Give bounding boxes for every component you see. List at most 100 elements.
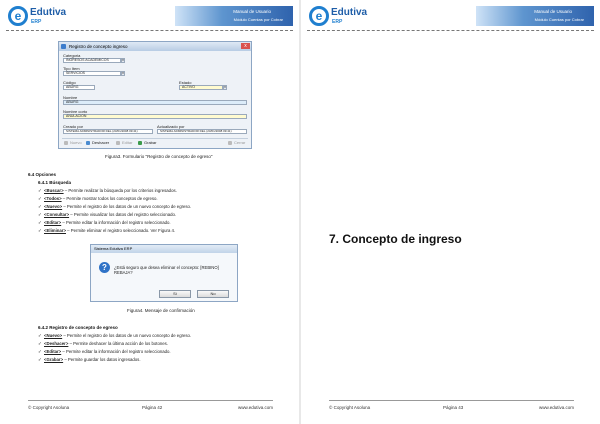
option-description: – Permite deshacer la última acción de l… xyxy=(68,341,168,346)
list-item: ✓ <Consultar> – Permite visualizar los da… xyxy=(38,212,176,218)
footer-page-number: Página 43 xyxy=(443,405,464,410)
option-description: – Permite el registro de los datos de un… xyxy=(62,204,192,209)
dialog-toolbar: Nuevo Deshacer Editar Grabar Cerrar xyxy=(62,138,248,146)
header-banner: Manual de Usuario Módulo Cuentas por Cob… xyxy=(175,6,293,26)
list-item: ✓ <Nuevo> – Permite el registro de los da… xyxy=(38,333,191,339)
chevron-down-icon[interactable]: ▾ xyxy=(121,58,125,63)
list-item: ✓ <Eliminar> – Permite eliminar el regist… xyxy=(38,228,175,234)
footer-divider xyxy=(28,400,273,401)
edit-icon xyxy=(116,141,120,145)
header-divider xyxy=(6,30,293,31)
creado-por-field: SISTEMA ADMINISTRADOR DEL (23/01/2008 09… xyxy=(63,129,153,134)
grabar-button[interactable]: Grabar xyxy=(138,140,156,146)
cerrar-button[interactable]: Cerrar xyxy=(228,140,245,146)
estado-select[interactable]: ACTIVO xyxy=(179,85,223,90)
no-button[interactable]: No xyxy=(197,290,229,298)
confirm-title: Sistema Edutiva ERP xyxy=(91,245,237,253)
yes-button[interactable]: Sí xyxy=(159,290,191,298)
logo-sub: ERP xyxy=(31,19,42,25)
undo-icon xyxy=(86,141,90,145)
editar-button[interactable]: Editar xyxy=(116,140,132,146)
section-title: 6.4 Opciones xyxy=(28,172,57,177)
list-item: ✓ <Nuevo> – Permite el registro de los da… xyxy=(38,204,191,210)
nuevo-label: Nuevo xyxy=(70,140,82,145)
option-command: <Buscar> xyxy=(44,188,64,193)
registro-concepto-dialog: Registro de concepto ingreso x Categoria… xyxy=(58,41,252,149)
option-description: – Permite guardar los datos ingresados. xyxy=(63,357,141,362)
dialog-title-bar: Registro de concepto ingreso x xyxy=(59,42,251,51)
logo-name: Edutiva xyxy=(30,7,67,18)
option-command: <Eliminar> xyxy=(44,228,66,233)
option-description: – Permite editar la información del regi… xyxy=(61,220,171,225)
banner-title: Manual de Usuario xyxy=(534,9,572,14)
footer-website: www.edutiva.com xyxy=(237,405,273,410)
page-42: e Edutiva ERP Manual de Usuario Módulo C… xyxy=(0,0,299,424)
actualizado-por-field: SISTEMA ADMINISTRADOR DEL (23/01/2008 09… xyxy=(157,129,247,134)
categoria-select[interactable]: INGRESOS ACADEMICOS xyxy=(63,58,121,63)
page-header: e Edutiva ERP Manual de Usuario Módulo C… xyxy=(6,4,293,31)
deshacer-button[interactable]: Deshacer xyxy=(86,140,109,146)
list-item: ✓ <Editar> – Permite editar la informació… xyxy=(38,220,171,226)
option-description: – Permite eliminar el registro seleccion… xyxy=(65,228,176,233)
banner-subtitle: Módulo Cuentas por Cobrar xyxy=(233,17,283,22)
subsection-registro: 6.4.2 Registro de concepto de egreso xyxy=(38,325,118,330)
option-command: <Deshacer> xyxy=(44,341,69,346)
footer-copyright: © Copyright Asoluna xyxy=(28,405,70,410)
edutiva-logo: e Edutiva ERP xyxy=(8,6,78,30)
tipo-item-select[interactable]: SERVICIOS xyxy=(63,71,121,76)
exit-icon xyxy=(228,141,232,145)
grabar-label: Grabar xyxy=(144,140,157,145)
option-description: – Permite mostrar todos los conceptos de… xyxy=(61,196,158,201)
edutiva-logo-icon: e xyxy=(8,6,28,26)
list-item: ✓ <Editar> – Permite editar la informació… xyxy=(38,349,171,355)
confirm-message: ¿Está seguro que desea eliminar el conce… xyxy=(114,265,219,275)
new-icon xyxy=(64,141,68,145)
footer-page-number: Página 42 xyxy=(142,405,163,410)
confirm-delete-dialog: Sistema Edutiva ERP ? ¿Está seguro que d… xyxy=(90,244,238,302)
save-icon xyxy=(138,141,142,145)
chevron-down-icon[interactable]: ▾ xyxy=(121,71,125,76)
edutiva-logo: e Edutiva ERP xyxy=(309,6,379,30)
nombre-corto-input[interactable]: ANULACION xyxy=(63,114,247,119)
page-43: e Edutiva ERP Manual de Usuario Módulo C… xyxy=(301,0,600,424)
option-command: <Nuevo> xyxy=(44,333,63,338)
option-command: <Editar> xyxy=(44,220,62,225)
list-item: ✓ <Buscar> – Permite realizar la búsqueda… xyxy=(38,188,177,194)
header-divider xyxy=(307,30,594,31)
option-command: <Grabar> xyxy=(44,357,64,362)
dialog-title: Registro de concepto ingreso xyxy=(69,44,128,49)
cerrar-label: Cerrar xyxy=(234,140,246,145)
nuevo-button[interactable]: Nuevo xyxy=(64,140,82,146)
option-command: <Todos> xyxy=(44,196,62,201)
option-command: <Consultar> xyxy=(44,212,70,217)
list-item: ✓ <Grabar> – Permite guardar los datos in… xyxy=(38,357,141,363)
list-item: ✓ <Todos> – Permite mostrar todos los con… xyxy=(38,196,158,202)
close-icon[interactable]: x xyxy=(241,43,250,49)
window-icon xyxy=(61,44,66,49)
question-icon: ? xyxy=(99,262,110,273)
banner-title: Manual de Usuario xyxy=(233,9,271,14)
footer-divider xyxy=(329,400,574,401)
footer-website: www.edutiva.com xyxy=(538,405,574,410)
page-header: e Edutiva ERP Manual de Usuario Módulo C… xyxy=(307,4,594,31)
editar-label: Editar xyxy=(122,140,133,145)
option-description: – Permite editar la información del regi… xyxy=(61,349,171,354)
logo-name: Edutiva xyxy=(331,7,368,18)
option-description: – Permite visualizar los datos del regis… xyxy=(69,212,177,217)
figure-3-caption: Figura3. Formulario "Registro de concept… xyxy=(105,154,213,159)
deshacer-label: Deshacer xyxy=(92,140,110,145)
header-banner: Manual de Usuario Módulo Cuentas por Cob… xyxy=(476,6,594,26)
option-description: – Permite realizar la búsqueda por los c… xyxy=(63,188,177,193)
chapter-title: 7. Concepto de ingreso xyxy=(329,232,462,246)
option-command: <Nuevo> xyxy=(44,204,63,209)
option-command: <Editar> xyxy=(44,349,62,354)
codigo-input[interactable]: ABURG xyxy=(63,85,95,90)
figure-4-caption: Figura4. Mensaje de confirmación xyxy=(127,308,195,313)
option-description: – Permite el registro de los datos de un… xyxy=(62,333,192,338)
nombre-input[interactable]: ABURG xyxy=(63,100,247,105)
subsection-busqueda: 6.4.1 Búsqueda xyxy=(38,180,72,185)
footer-copyright: © Copyright Asoluna xyxy=(329,405,371,410)
logo-sub: ERP xyxy=(332,19,343,25)
edutiva-logo-icon: e xyxy=(309,6,329,26)
chevron-down-icon[interactable]: ▾ xyxy=(223,85,227,90)
